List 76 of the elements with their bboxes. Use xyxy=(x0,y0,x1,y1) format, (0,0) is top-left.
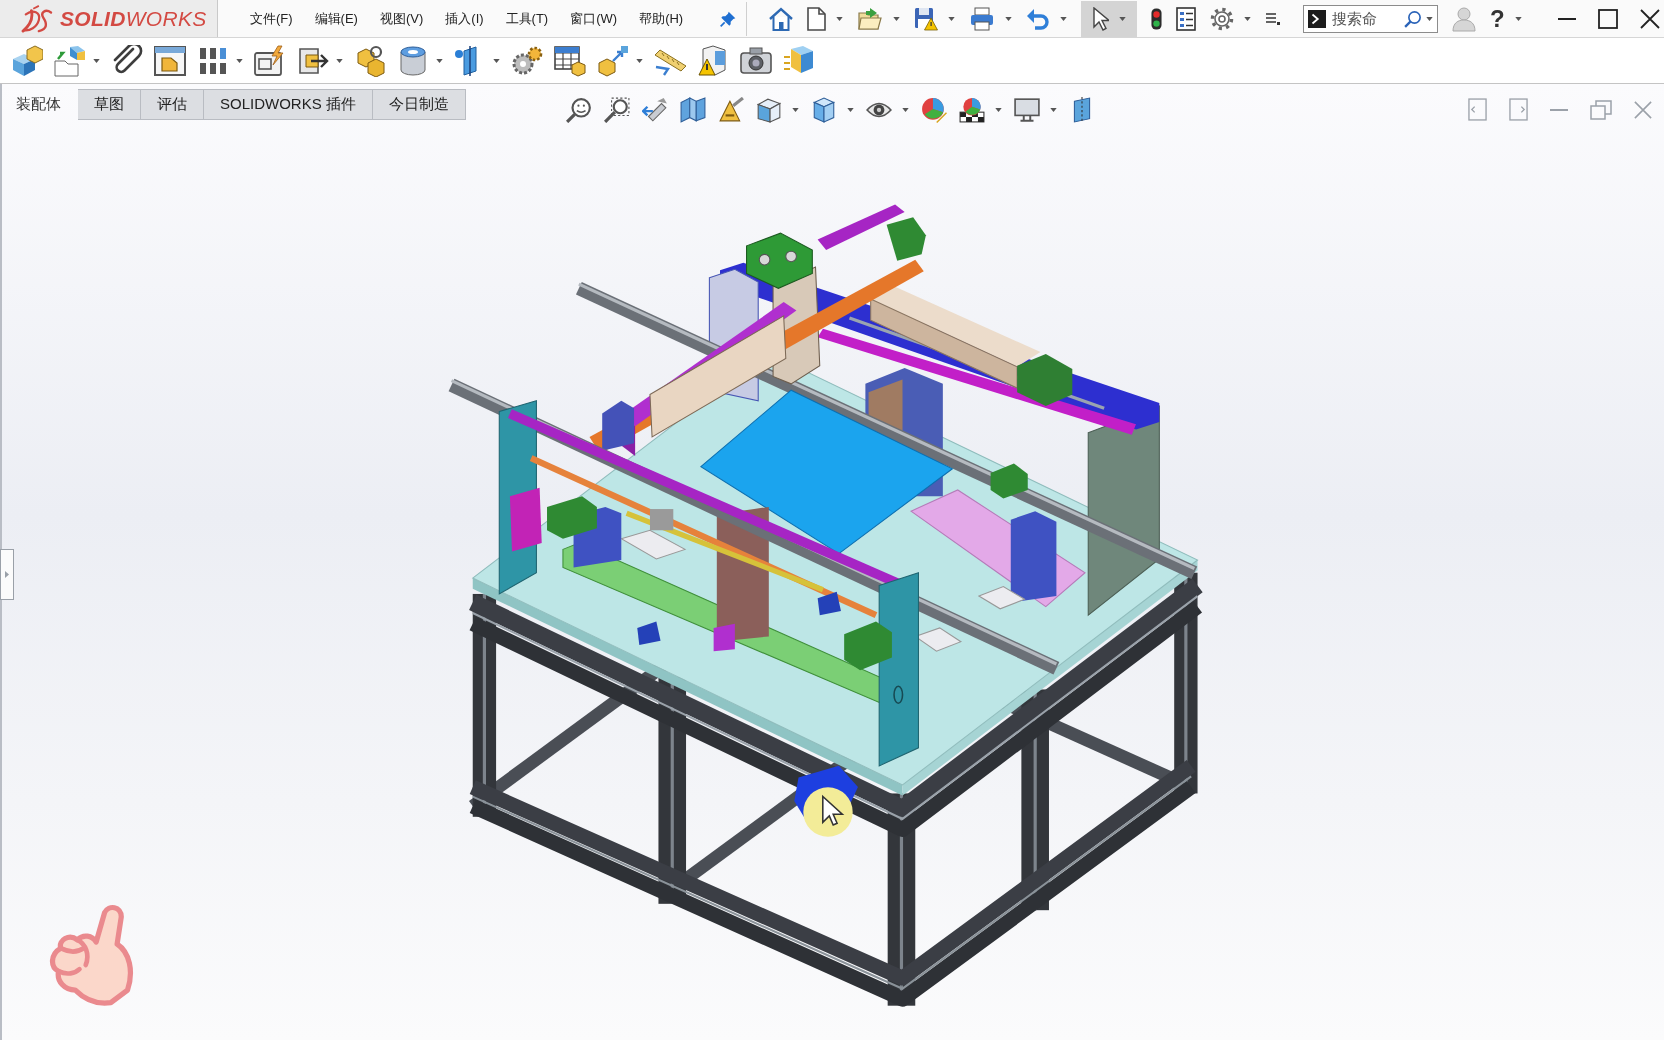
caret-icon[interactable] xyxy=(836,16,843,21)
tab[interactable]: 装配体 xyxy=(0,89,78,120)
menu-item[interactable]: 帮助(H) xyxy=(639,9,684,28)
floppy-disk-icon[interactable] xyxy=(914,6,938,31)
lines-icon[interactable] xyxy=(1265,10,1281,27)
caret-icon[interactable] xyxy=(93,58,100,63)
search-icon[interactable] xyxy=(1404,9,1422,28)
settings-icon[interactable] xyxy=(1210,6,1234,31)
tab[interactable]: 草图 xyxy=(78,89,141,120)
caret-icon[interactable] xyxy=(901,108,909,112)
caret-icon[interactable] xyxy=(846,108,854,112)
caret-icon[interactable] xyxy=(1426,16,1433,21)
pointer-icon[interactable] xyxy=(1092,6,1109,31)
caret-icon[interactable] xyxy=(1005,16,1012,21)
caret-icon[interactable] xyxy=(994,108,1002,112)
caret-icon[interactable] xyxy=(336,58,343,63)
stacked-blocks-icon[interactable] xyxy=(354,44,386,77)
box-bolt-icon[interactable] xyxy=(254,44,286,77)
menu-item[interactable]: 插入(I) xyxy=(445,9,484,28)
cylinder-icon[interactable] xyxy=(397,44,429,77)
caret-icon[interactable] xyxy=(1118,16,1126,21)
select-button[interactable] xyxy=(1081,0,1137,37)
caret-icon[interactable] xyxy=(636,58,643,63)
tab[interactable]: SOLIDWORKS 插件 xyxy=(204,89,373,120)
app-logo: SOLIDWORKS xyxy=(60,6,207,31)
list-icon[interactable] xyxy=(1176,6,1196,31)
maximize-icon[interactable] xyxy=(1598,8,1618,29)
panel-handle[interactable] xyxy=(0,549,14,600)
caret-icon[interactable] xyxy=(1060,16,1067,21)
traffic-light-icon[interactable] xyxy=(1151,6,1162,31)
caret-icon[interactable] xyxy=(893,16,900,21)
tab[interactable]: 今日制造 xyxy=(372,89,466,120)
color-sphere-icon[interactable] xyxy=(920,97,947,123)
logo-icon xyxy=(20,4,54,33)
caret-icon[interactable] xyxy=(493,58,500,63)
caret-icon[interactable] xyxy=(236,58,243,63)
cube-icon[interactable] xyxy=(755,97,782,123)
caret-icon[interactable] xyxy=(436,58,443,63)
blocks-icon[interactable] xyxy=(11,44,43,77)
home-icon[interactable] xyxy=(769,6,793,31)
caret-icon[interactable] xyxy=(1244,16,1251,21)
triangle-tool-icon[interactable] xyxy=(717,97,744,123)
pencil-arrow-icon[interactable] xyxy=(641,97,668,123)
menu-item[interactable]: 窗口(W) xyxy=(570,9,618,28)
caret-icon[interactable] xyxy=(948,16,955,21)
tile-left-icon[interactable] xyxy=(1468,98,1487,121)
table-icon[interactable] xyxy=(554,44,586,77)
shaded-cube-icon[interactable] xyxy=(810,97,837,123)
caret-icon[interactable] xyxy=(1049,108,1057,112)
warning-icon[interactable] xyxy=(697,44,729,77)
window-icon[interactable] xyxy=(154,44,186,77)
cursor-icon xyxy=(802,786,854,838)
menu-item[interactable]: 视图(V) xyxy=(379,9,424,28)
menu-item[interactable]: 编辑(E) xyxy=(314,9,358,28)
document-icon[interactable] xyxy=(807,6,826,31)
magnifier-box-icon[interactable] xyxy=(603,97,630,123)
monitor-icon[interactable] xyxy=(1013,97,1040,123)
cube-arrow-icon[interactable] xyxy=(54,44,86,77)
menu-item[interactable]: 文件(F) xyxy=(250,9,293,28)
pin-icon[interactable] xyxy=(720,10,736,27)
camera-icon[interactable] xyxy=(740,44,772,77)
menu-item[interactable]: 工具(T) xyxy=(505,9,549,28)
folder-icon[interactable] xyxy=(857,6,883,31)
magnifier-icon[interactable] xyxy=(565,97,592,123)
gears-icon[interactable] xyxy=(511,44,543,77)
folded-panels-icon[interactable] xyxy=(679,97,706,123)
tab[interactable]: 评估 xyxy=(141,89,204,120)
sphere-checkerboard-icon[interactable] xyxy=(958,97,985,123)
block-arrows-icon[interactable] xyxy=(597,44,629,77)
printer-icon[interactable] xyxy=(969,6,995,31)
tile-right-icon[interactable] xyxy=(1509,98,1528,121)
caret-icon[interactable] xyxy=(1514,16,1522,21)
caret-icon[interactable] xyxy=(791,108,799,112)
minimize-icon[interactable] xyxy=(1558,17,1576,20)
close-icon[interactable] xyxy=(1640,8,1660,29)
help-button[interactable]: ? xyxy=(1490,6,1505,31)
